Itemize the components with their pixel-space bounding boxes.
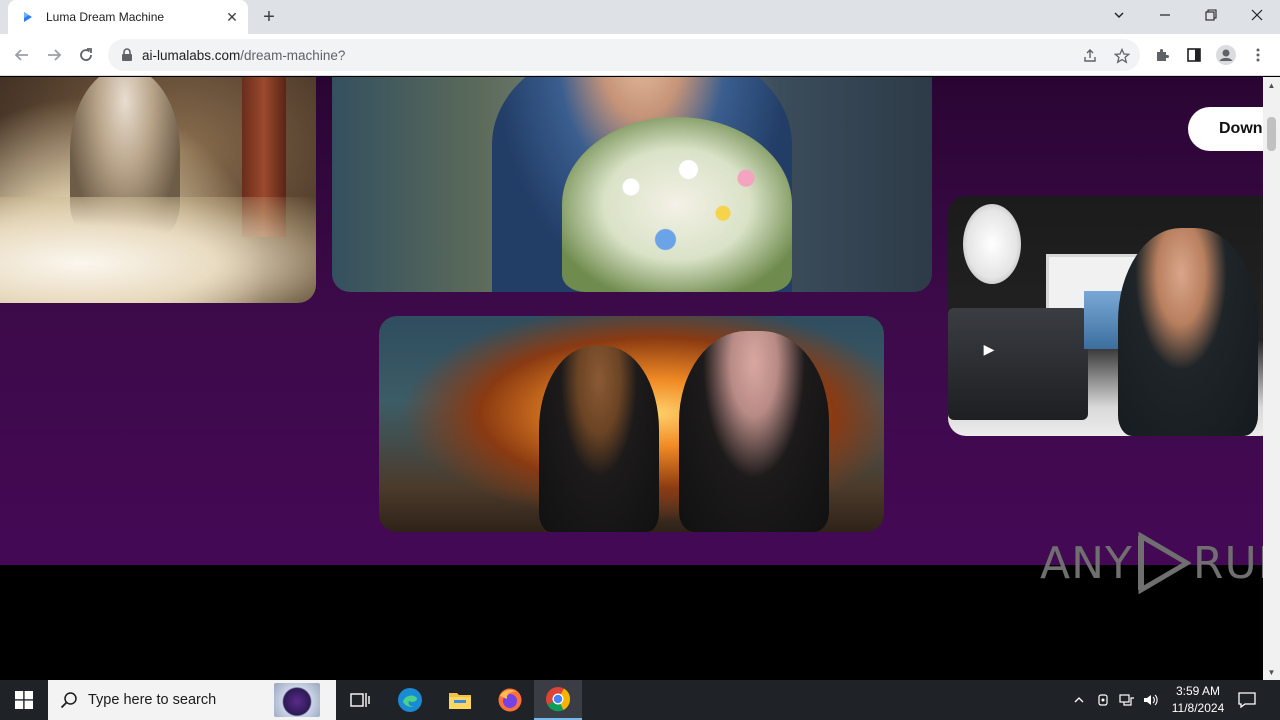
forward-arrow-icon[interactable] <box>40 41 68 69</box>
download-button[interactable]: Down <box>1188 107 1263 151</box>
flower-bouquet <box>562 117 792 292</box>
url-text: ai-lumalabs.com/dream-machine? <box>142 48 345 63</box>
notification-center-icon[interactable] <box>1234 680 1260 720</box>
tab-strip: Luma Dream Machine ✕ + <box>0 0 1280 34</box>
back-arrow-icon[interactable] <box>8 41 36 69</box>
video-card-old-man[interactable] <box>0 77 316 303</box>
url-path: /dream-machine? <box>240 47 346 63</box>
minimize-icon[interactable] <box>1142 0 1188 30</box>
tab-search-chevron-icon[interactable] <box>1096 0 1142 30</box>
page-scrollbar[interactable]: ▲ ▼ <box>1263 77 1280 680</box>
video-card-bear-and-pig[interactable] <box>379 316 884 532</box>
bear-figure <box>539 346 659 532</box>
anyrun-watermark: ANY RUN <box>1040 528 1280 598</box>
smoke-cloud <box>0 197 316 303</box>
windows-start-icon[interactable] <box>0 680 48 720</box>
browser-toolbar: ai-lumalabs.com/dream-machine? <box>0 34 1280 76</box>
luma-favicon-icon <box>24 12 32 22</box>
lock-icon <box>122 48 132 61</box>
tab-luma-dream-machine[interactable]: Luma Dream Machine ✕ <box>8 0 248 34</box>
bookmark-star-icon[interactable] <box>1112 46 1132 66</box>
firefox-icon[interactable] <box>486 680 534 720</box>
windows-taskbar: Type here to search 3:59 AM 11/8/2024 <box>0 680 1280 720</box>
video-card-photographer[interactable]: ▶ <box>948 196 1263 436</box>
edge-browser-icon[interactable] <box>386 680 434 720</box>
menu-kebab-icon[interactable] <box>1245 42 1271 68</box>
reload-icon[interactable] <box>72 41 100 69</box>
file-explorer-icon[interactable] <box>436 680 484 720</box>
new-tab-button[interactable]: + <box>258 6 280 28</box>
play-icon[interactable]: ▶ <box>978 338 1000 360</box>
url-domain: ai-lumalabs.com <box>142 47 241 63</box>
close-tab-icon[interactable]: ✕ <box>222 7 242 27</box>
tab-title: Luma Dream Machine <box>46 10 165 24</box>
close-window-icon[interactable] <box>1234 0 1280 30</box>
share-icon[interactable] <box>1080 46 1100 66</box>
restore-icon[interactable] <box>1188 0 1234 30</box>
taskbar-search-box[interactable]: Type here to search <box>48 680 336 720</box>
volume-icon[interactable] <box>1140 680 1162 720</box>
video-card-flowers[interactable] <box>332 77 932 292</box>
show-hidden-icons-chevron-icon[interactable] <box>1068 680 1090 720</box>
scroll-down-arrow-icon[interactable]: ▼ <box>1263 664 1280 680</box>
profile-avatar-icon[interactable] <box>1213 42 1239 68</box>
search-icon <box>60 692 77 709</box>
photographer-figure <box>1118 228 1258 436</box>
search-placeholder: Type here to search <box>88 692 217 708</box>
scroll-up-arrow-icon[interactable]: ▲ <box>1263 77 1280 93</box>
taskbar-clock[interactable]: 3:59 AM 11/8/2024 <box>1160 683 1236 717</box>
device-icon[interactable] <box>1092 680 1114 720</box>
side-panel-icon[interactable] <box>1181 42 1207 68</box>
extensions-puzzle-icon[interactable] <box>1149 42 1175 68</box>
watermark-play-icon <box>1137 532 1191 594</box>
watermark-left-text: ANY <box>1040 537 1133 589</box>
task-view-icon[interactable] <box>336 680 384 720</box>
softbox-light <box>963 204 1021 284</box>
scrollbar-thumb[interactable] <box>1267 117 1276 151</box>
address-bar[interactable]: ai-lumalabs.com/dream-machine? <box>108 39 1140 71</box>
network-icon[interactable] <box>1116 680 1138 720</box>
search-highlight-image <box>274 683 320 717</box>
monitor-left <box>948 308 1088 420</box>
chrome-icon[interactable] <box>534 680 582 720</box>
clock-date: 11/8/2024 <box>1171 701 1225 715</box>
pig-figure <box>679 331 829 532</box>
clock-time: 3:59 AM <box>1175 684 1221 698</box>
